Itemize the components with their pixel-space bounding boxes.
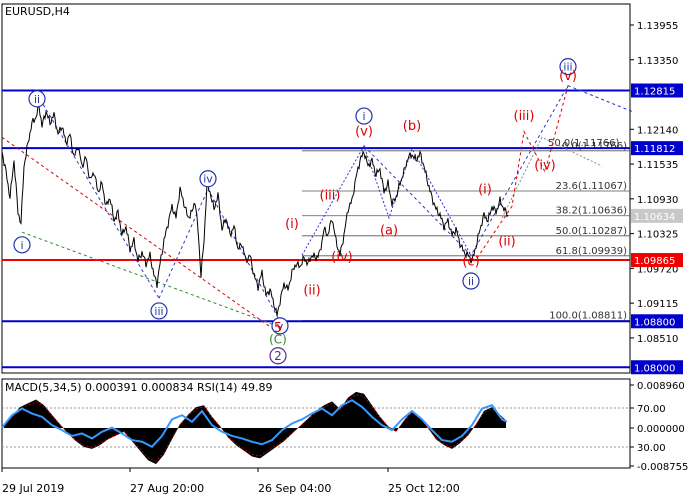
wave-label-red: (b) [403,119,421,134]
key-level-label: 1.08000 [634,363,675,374]
fib-level-label: 50.0(1.10287) [556,226,628,237]
current-price-label: 1.10634 [634,212,675,223]
indicator-tick-label: 30.00 [637,443,666,454]
indicator-tick-label: 0.000000 [637,424,685,435]
wave-label-red: (iii) [320,188,341,203]
price-tick-label: 1.13350 [637,56,678,67]
fib-level-label: 61.8(1.09939) [556,246,628,257]
wave-label-blue: ii [468,275,474,288]
wave-label-red: (a) [380,223,398,238]
wave-label-blue: i [362,110,365,123]
fib-level-label: 23.6(1.11067) [556,181,628,192]
wave-label-red: (v) [355,125,373,140]
indicator-tick-label: 70.00 [637,404,666,415]
time-tick-label: 29 Jul 2019 [2,482,64,495]
wave-label-red: (v) [559,69,577,84]
fib-level-label: 38.2(1.10636) [556,206,628,217]
indicator-label: MACD(5,34,5) 0.000391 0.000834 RSI(14) 4… [5,381,272,394]
wave-label-blue: ii [34,93,40,106]
key-level-label: 1.08800 [634,317,675,328]
wave-label-other: 2 [274,349,282,363]
key-level-label: 1.11812 [634,144,675,155]
price-tick-label: 1.13955 [637,21,678,32]
wave-label-blue: iii [154,305,163,318]
chart-title: EURUSD,H4 [5,5,70,18]
time-tick-label: 27 Aug 20:00 [130,482,204,495]
wave-label-red: (iv) [331,250,352,265]
wave-label-red: (ii) [498,234,515,249]
wave-label-red: (c) [462,255,479,270]
wave-label-red: (i) [478,183,492,198]
chart-window: EURUSD,H4 MACD(5,34,5) 0.000391 0.000834… [0,0,700,500]
key-level-label: 1.12815 [634,87,675,98]
price-tick-label: 1.10325 [637,230,678,241]
price-tick-label: 1.08510 [637,334,678,345]
price-tick-label: 1.12140 [637,125,678,136]
price-tick-label: 1.11535 [637,160,678,171]
fib-level-label: 100.0(1.08811) [549,311,627,322]
fib-overlay-label: 50.0(1.11766) [548,138,620,149]
price-tick-label: 1.10930 [637,195,678,206]
wave-label-red: (iii) [514,109,535,124]
wave-label-blue: iv [203,173,213,186]
price-tick-label: 1.09115 [637,299,678,310]
time-tick-label: 26 Sep 04:00 [258,482,331,495]
indicator-tick-label: -0.008755 [637,462,688,473]
key-level-label: 1.09865 [634,256,675,267]
wave-label-red: (ii) [303,283,320,298]
indicator-tick-label: 0.008960 [637,381,685,392]
wave-label-other: (C) [269,333,287,347]
chart-svg: EURUSD,H4 MACD(5,34,5) 0.000391 0.000834… [0,0,700,500]
wave-label-blue: i [20,239,23,252]
wave-label-red: (i) [285,217,299,232]
wave-label-red: (iv) [534,159,555,174]
time-tick-label: 25 Oct 12:00 [388,482,460,495]
